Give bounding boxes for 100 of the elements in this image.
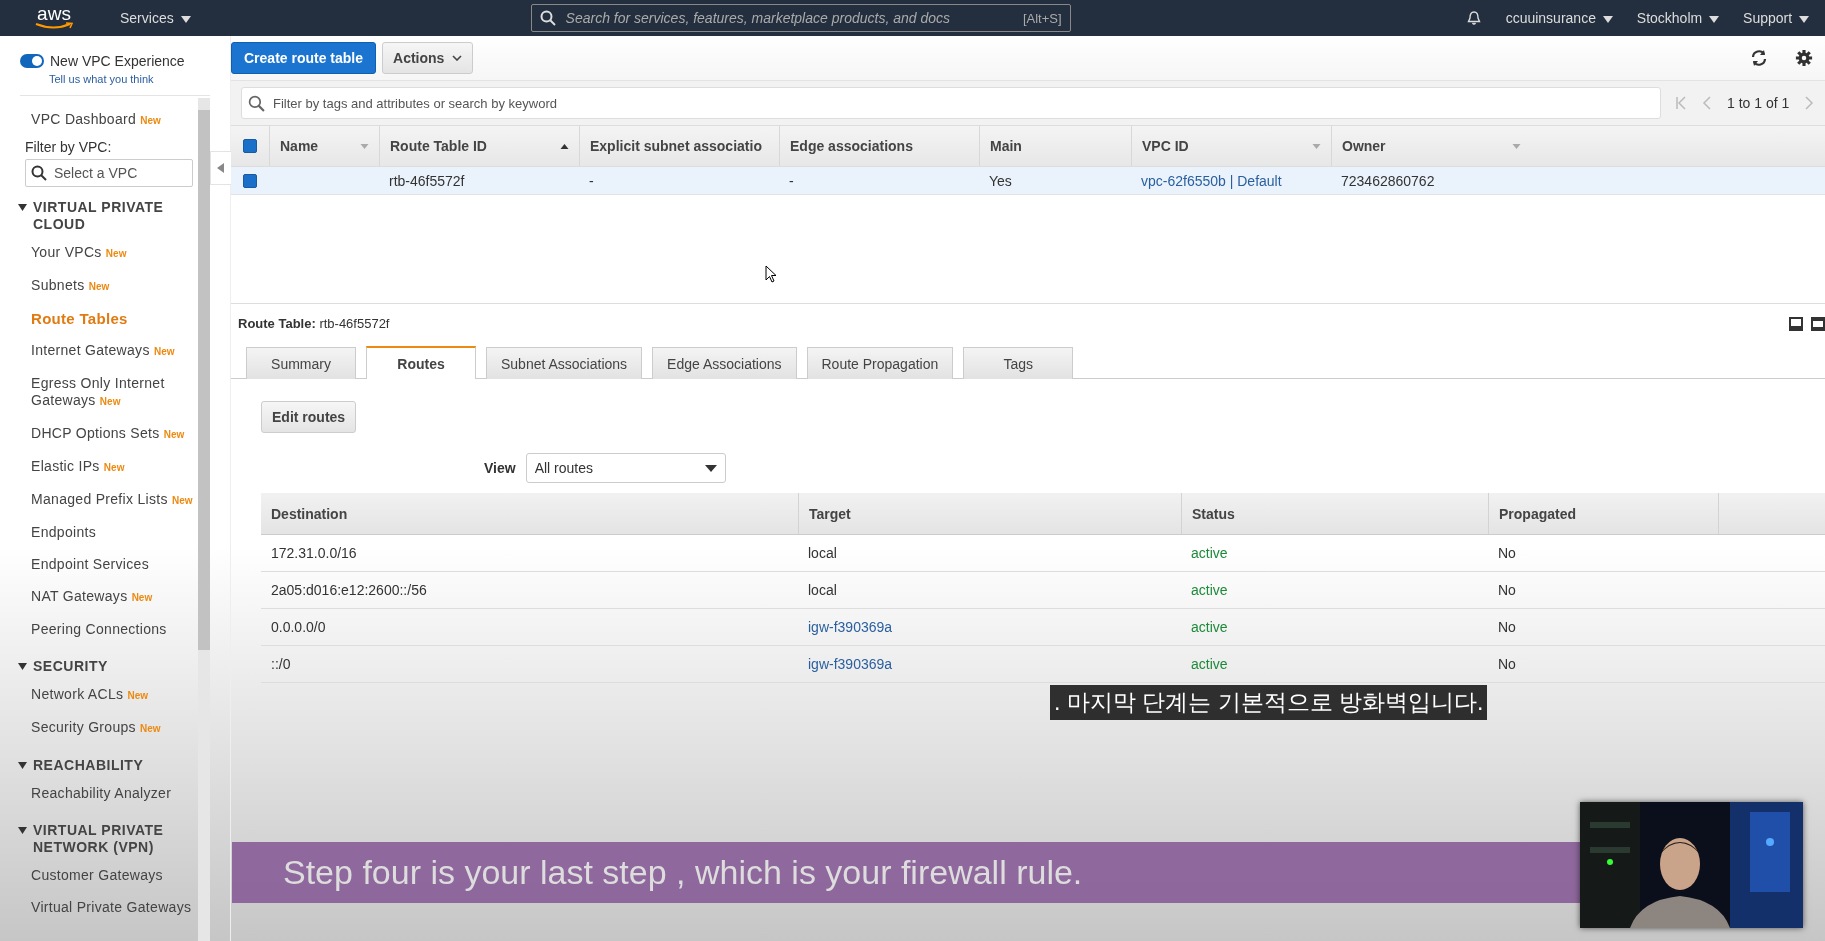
column-header[interactable]: Status xyxy=(1181,493,1488,534)
tab[interactable]: Edge Associations xyxy=(652,347,797,379)
sidebar-item[interactable]: Subnets New xyxy=(25,270,198,303)
collapse-button[interactable] xyxy=(210,151,232,185)
tab[interactable]: Routes xyxy=(366,346,476,379)
status-text: active xyxy=(1191,619,1228,635)
column-header[interactable]: Destination xyxy=(261,493,798,534)
search-icon xyxy=(248,94,265,112)
row-checkbox[interactable] xyxy=(243,173,257,188)
column-header[interactable]: Target xyxy=(798,493,1181,534)
section-header[interactable]: VIRTUAL PRIVATE NETWORK (VPN) xyxy=(18,810,198,860)
expand-triangle-icon xyxy=(18,662,27,671)
sidebar-item[interactable]: Peering Connections xyxy=(25,614,198,646)
column-header[interactable]: Route Table ID xyxy=(379,126,579,166)
column-header[interactable]: VPC ID xyxy=(1131,126,1331,166)
gateway-link[interactable]: igw-f390369a xyxy=(808,656,893,672)
view-dropdown[interactable]: All routes xyxy=(525,453,726,483)
vpc-link[interactable]: vpc-62f6550b | Default xyxy=(1141,172,1282,189)
caret-icon xyxy=(704,464,717,472)
scrollbar[interactable] xyxy=(198,98,210,941)
account-menu[interactable]: ccuuinsurance xyxy=(1495,10,1623,26)
column-header[interactable]: Main xyxy=(979,126,1131,166)
table-cell: - xyxy=(589,172,594,189)
column-header[interactable]: Edge associations xyxy=(779,126,979,166)
feedback-link[interactable]: Tell us what you think xyxy=(20,69,210,96)
aws-logo[interactable]: aws xyxy=(34,6,74,30)
search-field[interactable]: Search for services, features, marketplace products, and docs [Alt+S] xyxy=(530,4,1071,32)
filter-field[interactable]: Filter by tags and attributes or search by keyword xyxy=(241,87,1661,119)
table-cell: 172.31.0.0/16 xyxy=(271,545,357,561)
table-cell: ::/0 xyxy=(271,656,291,672)
edit-routes-button[interactable]: Edit routes xyxy=(261,401,357,433)
region-menu[interactable]: Stockholm xyxy=(1626,10,1730,26)
column-header[interactable]: Name xyxy=(269,126,379,166)
maximize-icon[interactable] xyxy=(1811,316,1825,331)
select-all-checkbox[interactable] xyxy=(243,139,257,153)
section-header[interactable]: VIRTUAL PRIVATE CLOUD xyxy=(18,187,198,237)
bell-icon[interactable] xyxy=(1465,10,1482,26)
tab[interactable]: Subnet Associations xyxy=(486,347,643,379)
table-cell: - xyxy=(789,172,794,189)
caret-icon xyxy=(1709,15,1720,23)
tab[interactable]: Summary xyxy=(246,347,356,379)
actions-button[interactable]: Actions xyxy=(382,42,474,74)
services-menu[interactable]: Services xyxy=(110,10,201,26)
create-route-table-button[interactable]: Create route table xyxy=(231,42,377,74)
tab[interactable]: Route Propagation xyxy=(806,347,954,379)
sidebar-item[interactable]: NAT Gateways New xyxy=(25,581,198,614)
expand-triangle-icon xyxy=(18,203,27,212)
toggle-switch[interactable] xyxy=(20,54,44,68)
expand-triangle-icon xyxy=(18,761,27,770)
table-cell: 2a05:d016:e12:2600::/56 xyxy=(271,582,427,598)
sidebar-item[interactable]: Your VPCs New xyxy=(25,237,198,270)
tab[interactable]: Tags xyxy=(963,347,1074,379)
refresh-icon[interactable] xyxy=(1749,48,1769,68)
section-header[interactable]: REACHABILITY xyxy=(18,745,198,778)
sidebar-item[interactable]: Customer Gateways xyxy=(25,860,198,892)
caret-icon xyxy=(180,15,191,23)
korean-subtitle: . 마지막 단계는 기본적으로 방화벽입니다. xyxy=(1050,685,1488,720)
sort-down-icon[interactable] xyxy=(1312,143,1321,149)
sidebar-item[interactable]: VPC Dashboard New xyxy=(25,104,198,137)
search-icon xyxy=(31,165,47,181)
sidebar-item[interactable]: Endpoint Services xyxy=(25,549,198,581)
route-table-label: Route Table: rtb-46f5572f xyxy=(238,316,390,331)
sort-down-icon[interactable] xyxy=(1512,143,1521,149)
sidebar-item[interactable]: Elastic IPs New xyxy=(25,451,198,484)
gateway-link[interactable]: igw-f390369a xyxy=(808,619,893,635)
sort-down-icon[interactable] xyxy=(360,143,369,149)
sidebar-item[interactable]: Egress Only Internet Gateways New xyxy=(25,368,198,418)
table-cell: No xyxy=(1498,545,1516,561)
sidebar-item[interactable]: Endpoints xyxy=(25,517,198,549)
sidebar-item[interactable]: Network ACLs New xyxy=(25,679,198,712)
sort-up-icon[interactable] xyxy=(560,143,569,149)
caret-icon xyxy=(1799,15,1809,23)
expand-triangle-icon xyxy=(18,826,27,835)
table-cell: local xyxy=(808,545,837,561)
sidebar-item[interactable]: Internet Gateways New xyxy=(25,335,198,368)
sidebar-item[interactable]: Managed Prefix Lists New xyxy=(25,484,198,517)
sidebar-item[interactable]: Reachability Analyzer xyxy=(25,778,198,810)
table-cell: rtb-46f5572f xyxy=(389,172,465,189)
table-cell: 723462860762 xyxy=(1341,172,1435,189)
column-header[interactable]: Explicit subnet associatio xyxy=(579,126,779,166)
english-subtitle: Step four is your last step , which is your firewall rule. xyxy=(283,853,1083,892)
sidebar-item[interactable]: Security Groups New xyxy=(25,712,198,745)
support-menu[interactable]: Support xyxy=(1733,10,1819,26)
column-header[interactable]: Owner xyxy=(1331,126,1531,166)
shortcut-hint: [Alt+S] xyxy=(1022,10,1062,26)
column-header[interactable]: Propagated xyxy=(1488,493,1718,534)
settings-icon[interactable] xyxy=(1795,49,1813,67)
section-header[interactable]: SECURITY xyxy=(18,646,198,679)
vpc-filter-field[interactable]: Select a VPC xyxy=(25,159,193,187)
pagination-text: 1 to 1 of 1 xyxy=(1727,95,1790,111)
table-cell: No xyxy=(1498,582,1516,598)
view-label: View xyxy=(484,460,516,476)
table-row[interactable]: rtb-46f5572f - - Yes vpc-62f6550b | Default 723462860762 xyxy=(231,167,1825,195)
cursor-icon xyxy=(765,265,777,283)
sidebar-item[interactable]: DHCP Options Sets New xyxy=(25,418,198,451)
search-input[interactable]: Search for services, features, marketplace products, and docs xyxy=(563,9,1015,27)
status-text: active xyxy=(1191,582,1228,598)
sidebar-item[interactable]: Virtual Private Gateways xyxy=(25,892,198,924)
dock-bottom-icon[interactable] xyxy=(1789,316,1803,331)
filter-label: Filter by VPC: xyxy=(25,138,113,157)
